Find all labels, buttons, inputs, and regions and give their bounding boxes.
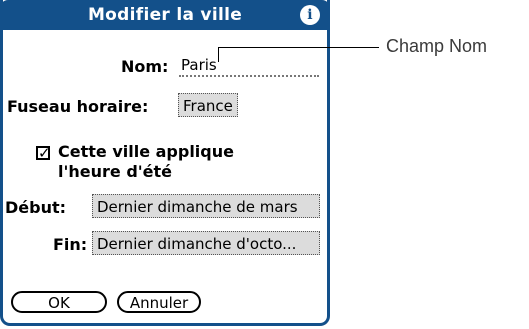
callout-label: Champ Nom [386, 36, 488, 56]
dst-label-line1: Cette ville applique [58, 142, 234, 161]
name-label: Nom: [121, 57, 169, 76]
timezone-label: Fuseau horaire: [7, 97, 149, 116]
end-selector[interactable]: Dernier dimanche d'octo... [92, 231, 320, 255]
dst-label-line2: l'heure d'été [58, 162, 173, 181]
dialog-title: Modifier la ville [87, 5, 243, 25]
dialog-titlebar: Modifier la ville i [0, 0, 330, 30]
end-label: Fin: [53, 235, 88, 254]
cancel-button[interactable]: Annuler [117, 291, 201, 313]
start-selector[interactable]: Dernier dimanche de mars [92, 194, 320, 218]
start-label: Début: [5, 198, 67, 217]
ok-button[interactable]: OK [11, 291, 107, 313]
timezone-selector[interactable]: France [178, 93, 238, 117]
callout-line [218, 47, 379, 62]
info-icon[interactable]: i [300, 5, 320, 25]
dst-checkbox[interactable]: ✓ [36, 146, 51, 161]
